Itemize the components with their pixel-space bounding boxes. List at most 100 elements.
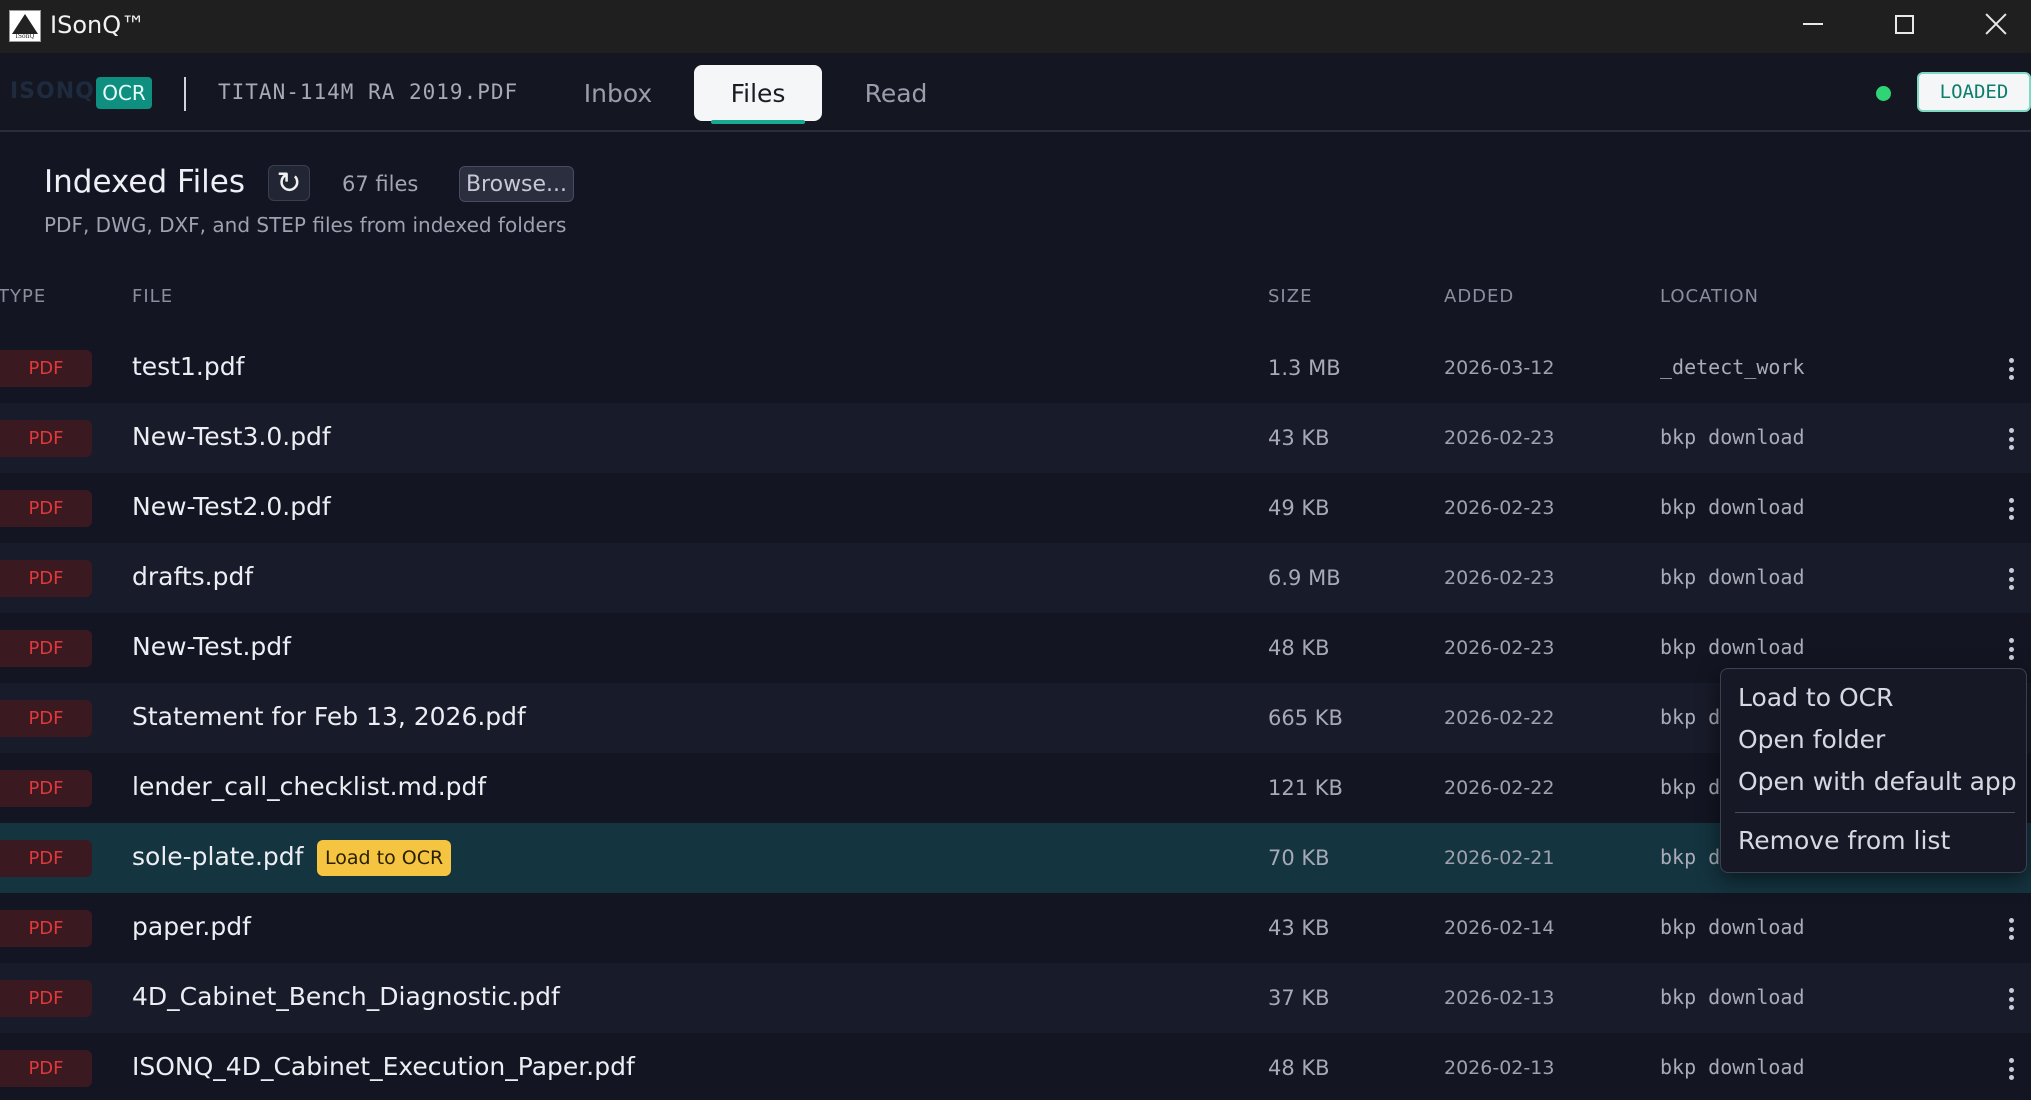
file-type-badge: PDF	[0, 770, 92, 807]
tab-inbox[interactable]: Inbox	[560, 65, 676, 121]
row-menu-icon[interactable]	[2004, 355, 2018, 383]
file-name[interactable]: paper.pdf	[132, 912, 251, 941]
file-size: 37 KB	[1268, 986, 1330, 1010]
file-size: 121 KB	[1268, 776, 1343, 800]
file-name[interactable]: Statement for Feb 13, 2026.pdf	[132, 702, 526, 731]
row-menu-icon[interactable]	[2004, 915, 2018, 943]
file-type-badge: PDF	[0, 980, 92, 1017]
minimize-button[interactable]	[1767, 0, 1859, 48]
load-to-ocr-tag[interactable]: Load to OCR	[317, 840, 452, 876]
file-location: bkp download	[1660, 495, 1805, 519]
file-location: bkp download	[1660, 985, 1805, 1009]
file-size: 6.9 MB	[1268, 566, 1341, 590]
minimize-icon	[1803, 23, 1823, 25]
file-added-date: 2026-02-22	[1444, 777, 1555, 799]
file-type-badge: PDF	[0, 630, 92, 667]
file-type-badge: PDF	[0, 910, 92, 947]
ocr-badge: OCR	[96, 77, 152, 109]
window-title: ISonQ™	[50, 11, 146, 39]
column-header-size[interactable]: SIZE	[1268, 286, 1312, 307]
file-name[interactable]: New-Test.pdf	[132, 632, 291, 661]
file-name[interactable]: New-Test3.0.pdf	[132, 422, 331, 451]
row-menu-icon[interactable]	[2004, 985, 2018, 1013]
row-menu-icon[interactable]	[2004, 1055, 2018, 1083]
file-type-badge: PDF	[0, 700, 92, 737]
file-name[interactable]: test1.pdf	[132, 352, 244, 381]
header-divider	[184, 77, 186, 111]
file-location: bkp d	[1660, 845, 1721, 869]
refresh-icon: ↻	[276, 165, 302, 201]
menu-item-open-folder[interactable]: Open folder	[1738, 725, 1885, 754]
file-type-badge: PDF	[0, 560, 92, 597]
file-type-badge: PDF	[0, 420, 92, 457]
current-document-name: TITAN-114M RA 2019.PDF	[218, 80, 519, 104]
file-added-date: 2026-02-23	[1444, 567, 1555, 589]
table-row[interactable]: PDF New-Test2.0.pdf 49 KB 2026-02-23 bkp…	[0, 473, 2031, 543]
file-size: 49 KB	[1268, 496, 1330, 520]
menu-item-open-default-app[interactable]: Open with default app	[1738, 767, 2017, 796]
file-size: 48 KB	[1268, 1056, 1330, 1080]
file-name[interactable]: lender_call_checklist.md.pdf	[132, 772, 486, 801]
file-name[interactable]: sole-plate.pdf	[132, 842, 303, 871]
file-added-date: 2026-02-13	[1444, 987, 1555, 1009]
file-added-date: 2026-02-23	[1444, 637, 1555, 659]
row-context-menu: Load to OCR Open folder Open with defaul…	[1720, 668, 2027, 873]
status-dot-icon	[1876, 86, 1891, 101]
file-type-badge: PDF	[0, 350, 92, 387]
table-row[interactable]: PDF drafts.pdf 6.9 MB 2026-02-23 bkp dow…	[0, 543, 2031, 613]
column-header-location[interactable]: LOCATION	[1660, 286, 1759, 307]
file-added-date: 2026-02-23	[1444, 427, 1555, 449]
menu-item-remove-from-list[interactable]: Remove from list	[1738, 826, 1950, 855]
close-button[interactable]	[1950, 0, 2031, 48]
menu-divider	[1735, 812, 2015, 813]
file-location: bkp download	[1660, 635, 1805, 659]
file-type-badge: PDF	[0, 840, 92, 877]
title-bar: ISonQ ISonQ™	[0, 0, 2031, 53]
file-size: 70 KB	[1268, 846, 1330, 870]
table-row[interactable]: PDF New-Test3.0.pdf 43 KB 2026-02-23 bkp…	[0, 403, 2031, 473]
file-name[interactable]: ISONQ_4D_Cabinet_Execution_Paper.pdf	[132, 1052, 635, 1081]
refresh-button[interactable]: ↻	[268, 165, 310, 201]
file-added-date: 2026-02-14	[1444, 917, 1555, 939]
file-location: _detect_work	[1660, 355, 1805, 379]
column-header-type[interactable]: TYPE	[0, 286, 46, 307]
active-tab-indicator	[711, 120, 805, 124]
file-added-date: 2026-02-23	[1444, 497, 1555, 519]
column-header-added[interactable]: ADDED	[1444, 286, 1514, 307]
file-added-date: 2026-02-22	[1444, 707, 1555, 729]
maximize-icon	[1894, 14, 1914, 34]
maximize-button[interactable]	[1858, 0, 1950, 48]
file-added-date: 2026-02-13	[1444, 1057, 1555, 1079]
table-row[interactable]: PDF 4D_Cabinet_Bench_Diagnostic.pdf 37 K…	[0, 963, 2031, 1033]
menu-item-load-to-ocr[interactable]: Load to OCR	[1738, 683, 1893, 712]
file-size: 1.3 MB	[1268, 356, 1341, 380]
status-badge: LOADED	[1917, 72, 2031, 112]
file-name[interactable]: 4D_Cabinet_Bench_Diagnostic.pdf	[132, 982, 560, 1011]
page-title: Indexed Files	[44, 164, 246, 200]
file-size: 665 KB	[1268, 706, 1343, 730]
column-header-file[interactable]: FILE	[132, 286, 173, 307]
file-location: bkp download	[1660, 1055, 1805, 1079]
file-location: bkp d	[1660, 705, 1721, 729]
table-row[interactable]: PDF test1.pdf 1.3 MB 2026-03-12 _detect_…	[0, 333, 2031, 403]
file-size: 43 KB	[1268, 426, 1330, 450]
browse-button[interactable]: Browse...	[459, 166, 574, 202]
tab-read[interactable]: Read	[836, 65, 956, 121]
file-location: bkp d	[1660, 775, 1721, 799]
file-location: bkp download	[1660, 915, 1805, 939]
row-menu-icon[interactable]	[2004, 495, 2018, 523]
file-name[interactable]: New-Test2.0.pdf	[132, 492, 331, 521]
table-row[interactable]: PDF paper.pdf 43 KB 2026-02-14 bkp downl…	[0, 893, 2031, 963]
file-location: bkp download	[1660, 425, 1805, 449]
row-menu-icon[interactable]	[2004, 425, 2018, 453]
tab-files[interactable]: Files	[694, 65, 822, 121]
table-row[interactable]: PDF ISONQ_4D_Cabinet_Execution_Paper.pdf…	[0, 1033, 2031, 1100]
file-type-badge: PDF	[0, 1050, 92, 1087]
row-menu-icon[interactable]	[2004, 565, 2018, 593]
file-count: 67 files	[342, 172, 419, 196]
row-menu-icon[interactable]	[2004, 635, 2018, 663]
file-location: bkp download	[1660, 565, 1805, 589]
file-name[interactable]: drafts.pdf	[132, 562, 253, 591]
file-added-date: 2026-02-21	[1444, 847, 1555, 869]
page-subtitle: PDF, DWG, DXF, and STEP files from index…	[44, 213, 567, 237]
